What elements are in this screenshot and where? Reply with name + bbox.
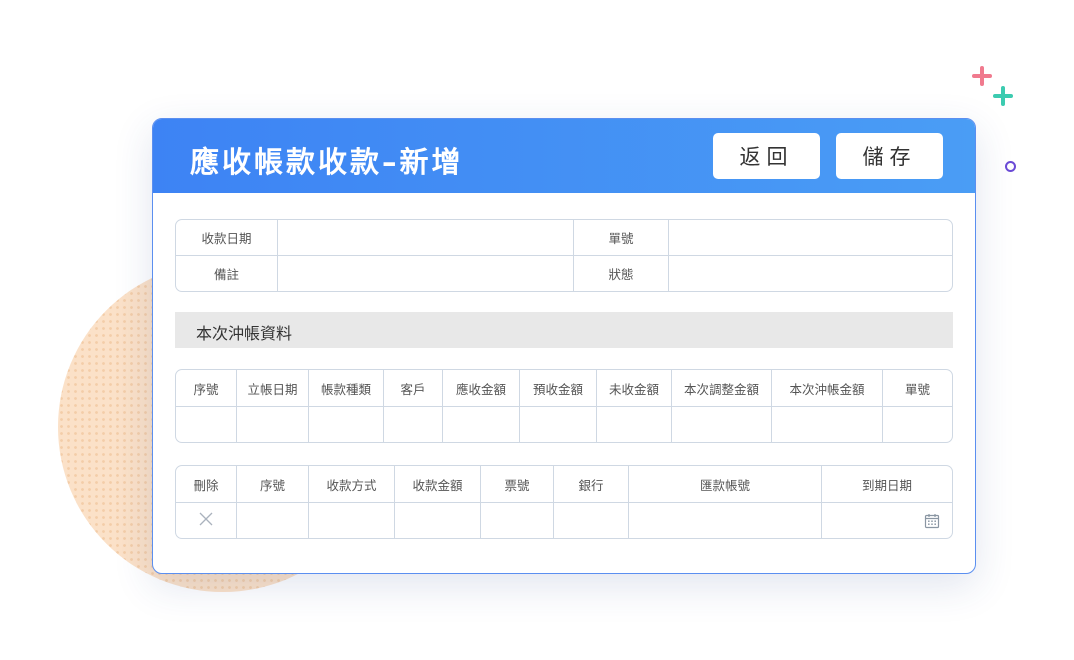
- doc-no-label: 單號: [574, 220, 669, 256]
- doc-no-field[interactable]: [669, 220, 952, 256]
- offset-cell-adjust[interactable]: [672, 407, 772, 442]
- offset-table: 序號 立帳日期 帳款種類 客戶 應收金額 預收金額 未收金額 本次調整金額 本次…: [175, 369, 953, 443]
- calendar-icon[interactable]: [924, 513, 940, 529]
- status-label: 狀態: [574, 256, 669, 291]
- table-row: [176, 407, 952, 442]
- memo-label: 備註: [176, 256, 278, 291]
- payment-cell-seq[interactable]: [237, 503, 309, 538]
- payment-col-bank: 銀行: [554, 466, 629, 503]
- close-icon[interactable]: [198, 511, 214, 527]
- offset-cell-prepaid[interactable]: [520, 407, 597, 442]
- offset-col-doc-no: 單號: [883, 370, 952, 407]
- payment-cell-due-date[interactable]: [822, 503, 952, 538]
- payment-cell-method[interactable]: [309, 503, 395, 538]
- section-title: 本次沖帳資料: [196, 324, 293, 343]
- offset-col-type: 帳款種類: [309, 370, 384, 407]
- payment-cell-check-no[interactable]: [481, 503, 554, 538]
- payment-cell-amount[interactable]: [395, 503, 481, 538]
- save-button[interactable]: 儲存: [836, 133, 943, 179]
- offset-col-seq: 序號: [176, 370, 237, 407]
- payment-cell-account[interactable]: [629, 503, 822, 538]
- offset-cell-post-date[interactable]: [237, 407, 309, 442]
- offset-cell-receivable[interactable]: [443, 407, 520, 442]
- pink-plus-decoration: [972, 66, 992, 86]
- status-field[interactable]: [669, 256, 952, 291]
- payment-table: 刪除 序號 收款方式 收款金額 票號 銀行 匯款帳號 到期日期: [175, 465, 953, 539]
- memo-field[interactable]: [278, 256, 574, 291]
- offset-cell-customer[interactable]: [384, 407, 443, 442]
- offset-cell-seq[interactable]: [176, 407, 237, 442]
- payment-col-delete: 刪除: [176, 466, 237, 503]
- page-title: 應收帳款收款–新增: [190, 145, 464, 179]
- payment-cell-delete: [176, 503, 237, 538]
- offset-col-post-date: 立帳日期: [237, 370, 309, 407]
- teal-plus-decoration: [993, 86, 1013, 106]
- form-header: 應收帳款收款–新增 返回 儲存: [153, 119, 975, 193]
- payment-col-check-no: 票號: [481, 466, 554, 503]
- offset-col-customer: 客戶: [384, 370, 443, 407]
- section-header: 本次沖帳資料: [175, 312, 953, 348]
- receipt-date-label: 收款日期: [176, 220, 278, 256]
- info-table: 收款日期 單號 備註 狀態: [175, 219, 953, 292]
- back-button[interactable]: 返回: [713, 133, 820, 179]
- offset-col-offset-amount: 本次沖帳金額: [772, 370, 883, 407]
- offset-col-receivable: 應收金額: [443, 370, 520, 407]
- payment-col-amount: 收款金額: [395, 466, 481, 503]
- offset-col-prepaid: 預收金額: [520, 370, 597, 407]
- purple-ring-decoration: [1005, 161, 1016, 172]
- offset-cell-type[interactable]: [309, 407, 384, 442]
- offset-cell-offset-amount[interactable]: [772, 407, 883, 442]
- receivable-form-window: 應收帳款收款–新增 返回 儲存 收款日期 單號 備註 狀態 本次沖帳資料 序號 …: [152, 118, 976, 574]
- payment-cell-bank[interactable]: [554, 503, 629, 538]
- offset-cell-doc-no[interactable]: [883, 407, 952, 442]
- offset-col-adjust: 本次調整金額: [672, 370, 772, 407]
- payment-col-account: 匯款帳號: [629, 466, 822, 503]
- table-row: [176, 503, 952, 538]
- receipt-date-field[interactable]: [278, 220, 574, 256]
- payment-col-seq: 序號: [237, 466, 309, 503]
- payment-col-due-date: 到期日期: [822, 466, 952, 503]
- offset-cell-outstanding[interactable]: [597, 407, 672, 442]
- payment-col-method: 收款方式: [309, 466, 395, 503]
- offset-col-outstanding: 未收金額: [597, 370, 672, 407]
